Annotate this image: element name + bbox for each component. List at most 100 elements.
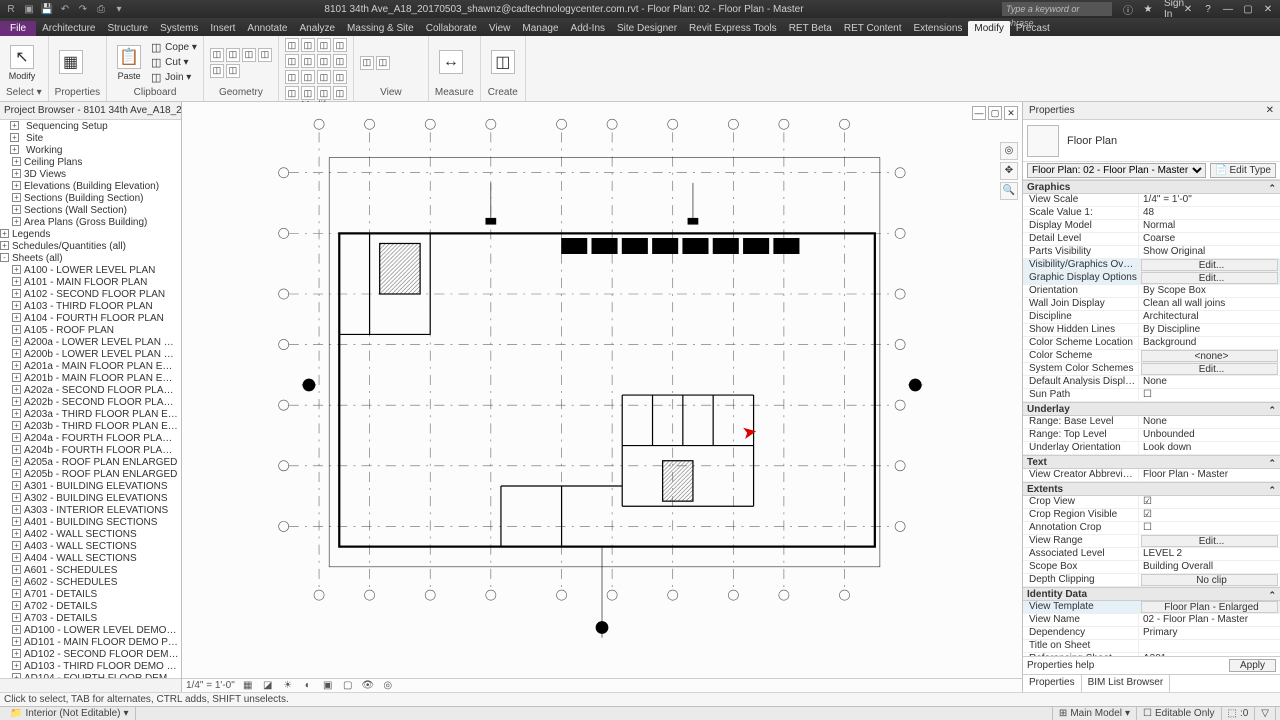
paste-button[interactable]: 📋Paste (113, 42, 145, 84)
bottom-tab-bim-list-browser[interactable]: BIM List Browser (1082, 675, 1171, 692)
cut--button[interactable]: ◫Cut ▾ (149, 56, 188, 70)
tree-node[interactable]: +A102 - SECOND FLOOR PLAN (0, 288, 181, 300)
tree-node[interactable]: +A202a - SECOND FLOOR PLAN ENLAR (0, 384, 181, 396)
tree-node[interactable]: +A702 - DETAILS (0, 600, 181, 612)
bottom-tab-properties[interactable]: Properties (1023, 675, 1082, 692)
modify-tool-9[interactable]: ◫ (301, 70, 315, 84)
expand-icon[interactable]: + (12, 445, 21, 454)
expand-icon[interactable]: + (12, 469, 21, 478)
prop-row[interactable]: Associated LevelLEVEL 2 (1023, 548, 1280, 561)
expand-icon[interactable]: + (12, 673, 21, 678)
workset-status[interactable]: 📁 Interior (Not Editable) ▾ (4, 707, 136, 720)
modify-tool-12[interactable]: ◫ (285, 86, 299, 100)
maximize-icon[interactable]: ▢ (1240, 4, 1256, 15)
modify-tool-0[interactable]: ◫ (360, 56, 374, 70)
collapse-icon[interactable]: - (0, 253, 9, 262)
expand-icon[interactable]: + (12, 421, 21, 430)
expand-icon[interactable]: + (10, 145, 19, 154)
modify-tool-4[interactable]: ◫ (285, 54, 299, 68)
prop-row[interactable]: DependencyPrimary (1023, 627, 1280, 640)
tree-node[interactable]: +A204b - FOURTH FLOOR PLAN ENLARG (0, 444, 181, 456)
floor-plan-canvas[interactable] (182, 102, 1022, 678)
prop-row[interactable]: Color Scheme<none> (1023, 350, 1280, 363)
selection-count[interactable]: ⬚ :0 (1222, 707, 1256, 720)
properties-help-link[interactable]: Properties help (1027, 660, 1094, 671)
redo-icon[interactable]: ↷ (76, 2, 90, 16)
expand-icon[interactable]: + (12, 205, 21, 214)
prop-row[interactable]: Range: Top LevelUnbounded (1023, 429, 1280, 442)
modify-tool-0[interactable]: ◫ (210, 48, 224, 62)
tree-node[interactable]: +A105 - ROOF PLAN (0, 324, 181, 336)
prop-row[interactable]: Default Analysis Display StyleNone (1023, 376, 1280, 389)
filter-icon[interactable]: ▽ (1255, 707, 1276, 720)
modify-tool-7[interactable]: ◫ (333, 54, 347, 68)
tree-node[interactable]: +A200a - LOWER LEVEL PLAN ENLARGE (0, 336, 181, 348)
expand-icon[interactable]: + (12, 373, 21, 382)
undo-icon[interactable]: ↶ (58, 2, 72, 16)
tree-node[interactable]: +A103 - THIRD FLOOR PLAN (0, 300, 181, 312)
tab-structure[interactable]: Structure (101, 21, 154, 36)
modify-tool-2[interactable]: ◫ (242, 48, 256, 62)
expand-icon[interactable]: + (12, 181, 21, 190)
tab-ret-beta[interactable]: RET Beta (783, 21, 838, 36)
expand-icon[interactable]: + (12, 457, 21, 466)
prop-row[interactable]: Annotation Crop (1023, 522, 1280, 535)
edit-type-button[interactable]: 📄 Edit Type (1210, 163, 1276, 178)
tree-node[interactable]: +Sections (Wall Section) (0, 204, 181, 216)
expand-icon[interactable]: + (12, 529, 21, 538)
tree-node[interactable]: -Sheets (all) (0, 252, 181, 264)
close-icon[interactable]: ✕ (1260, 4, 1276, 15)
tab-file[interactable]: File (0, 21, 36, 36)
tree-node[interactable]: +A402 - WALL SECTIONS (0, 528, 181, 540)
shadows-icon[interactable]: ◐ (301, 680, 315, 691)
prop-row[interactable]: Crop Region Visible (1023, 509, 1280, 522)
tree-node[interactable]: +A200b - LOWER LEVEL PLAN ENLARGE (0, 348, 181, 360)
expand-icon[interactable]: + (12, 601, 21, 610)
tree-node[interactable]: +AD100 - LOWER LEVEL DEMO PLAN (0, 624, 181, 636)
revit-icon[interactable]: R (4, 2, 18, 16)
view-scale[interactable]: 1/4" = 1'-0" (186, 680, 235, 691)
tree-node[interactable]: +A202b - SECOND FLOOR PLAN ENLAR (0, 396, 181, 408)
expand-icon[interactable]: + (12, 613, 21, 622)
expand-icon[interactable]: + (12, 505, 21, 514)
prop-row[interactable]: Title on Sheet (1023, 640, 1280, 653)
prop-row[interactable]: Sun Path (1023, 389, 1280, 402)
expand-icon[interactable]: + (12, 337, 21, 346)
prop-category[interactable]: Underlay⌃ (1023, 402, 1280, 416)
expand-icon[interactable]: + (12, 397, 21, 406)
tab-architecture[interactable]: Architecture (36, 21, 101, 36)
modify-tool-11[interactable]: ◫ (333, 70, 347, 84)
expand-icon[interactable]: + (12, 649, 21, 658)
prop-row[interactable]: Scale Value 1:48 (1023, 207, 1280, 220)
tab-ret-content[interactable]: RET Content (838, 21, 908, 36)
print-icon[interactable]: ⎙ (94, 2, 108, 16)
expand-icon[interactable]: + (12, 361, 21, 370)
tree-node[interactable]: +A205a - ROOF PLAN ENLARGED (0, 456, 181, 468)
prop-row[interactable]: Detail LevelCoarse (1023, 233, 1280, 246)
tree-node[interactable]: +Legends (0, 228, 181, 240)
tab-modify[interactable]: Modify (968, 21, 1009, 36)
expand-icon[interactable]: + (12, 265, 21, 274)
prop-category[interactable]: Extents⌃ (1023, 482, 1280, 496)
expand-icon[interactable]: + (12, 325, 21, 334)
prop-row[interactable]: Underlay OrientationLook down (1023, 442, 1280, 455)
expand-icon[interactable]: + (12, 385, 21, 394)
modify-tool-3[interactable]: ◫ (333, 38, 347, 52)
tree-node[interactable]: +Site (0, 132, 181, 144)
hide-isolate-icon[interactable]: 👁 (361, 680, 375, 691)
expand-icon[interactable]: + (12, 625, 21, 634)
tree-node[interactable]: +Sections (Building Section) (0, 192, 181, 204)
help-search[interactable]: Type a keyword or phrase (1002, 2, 1112, 16)
open-icon[interactable]: ▣ (22, 2, 36, 16)
properties-button[interactable]: ▦ (55, 42, 87, 84)
expand-icon[interactable]: + (12, 193, 21, 202)
tab-view[interactable]: View (483, 21, 517, 36)
tree-node[interactable]: +A303 - INTERIOR ELEVATIONS (0, 504, 181, 516)
expand-icon[interactable]: + (12, 157, 21, 166)
tree-node[interactable]: +A404 - WALL SECTIONS (0, 552, 181, 564)
modify-tool-1[interactable]: ◫ (226, 48, 240, 62)
prop-row[interactable]: Scope BoxBuilding Overall (1023, 561, 1280, 574)
tree-node[interactable]: +A201b - MAIN FLOOR PLAN ENLARGED (0, 372, 181, 384)
sun-path-icon[interactable]: ☀ (281, 680, 295, 691)
expand-icon[interactable]: + (12, 493, 21, 502)
